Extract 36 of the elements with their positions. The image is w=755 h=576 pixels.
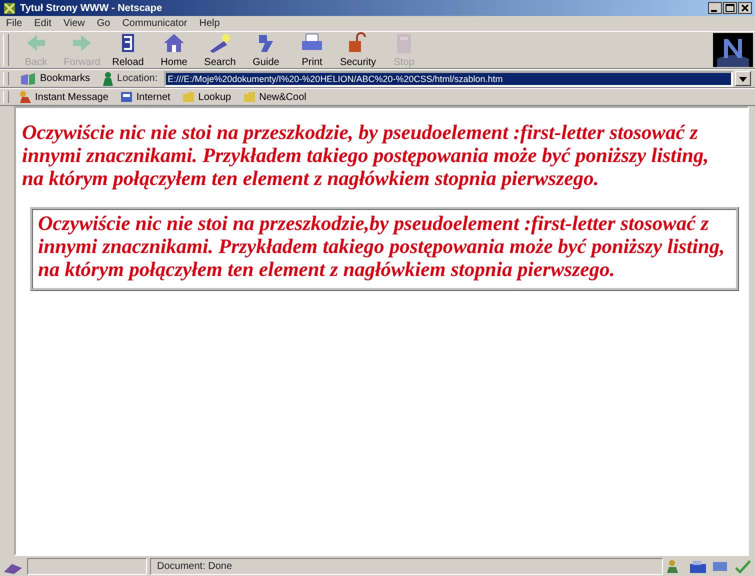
print-button[interactable]: Print xyxy=(289,30,335,70)
maximize-icon xyxy=(723,2,737,14)
bookmark-link[interactable]: Instant Message xyxy=(13,90,114,104)
minimize-icon xyxy=(708,2,722,14)
status-text: Document: Done xyxy=(150,558,663,574)
paragraph: Oczywiście nic nie stoi na przeszkodzie,by pseudoelement :first-letter stosować z innymi znacznikami. Przykładem takiego postępowania może być poniższy listing, na którym połączyłem ten element z nagłówkiem stopnia pierwszego. xyxy=(38,213,726,282)
security-button[interactable]: Security xyxy=(335,30,381,70)
close-icon xyxy=(738,2,752,14)
folder-icon xyxy=(182,90,196,104)
menu-item[interactable]: File xyxy=(6,16,22,31)
reload-button[interactable]: Reload xyxy=(105,30,151,70)
url-field[interactable]: E:///E:/Moje%20dokumenty/I%20-%20HELION/ABC%20-%20CSS/html/szablon.htm xyxy=(164,70,733,86)
window-title: Tytuł Strony WWW - Netscape xyxy=(20,2,162,16)
app-icon xyxy=(3,2,16,14)
caret-icon xyxy=(739,76,747,82)
page-icon xyxy=(120,90,134,104)
paragraph: Oczywiście nic nie stoi na przeszkodzie, by pseudoelement :first-letter stosować z innymi znacznikami. Przykładem takiego postępowania może być poniższy listing, na którym połączyłem ten element z nagłówkiem stopnia pierwszego. xyxy=(22,122,710,191)
bookmarks-icon xyxy=(19,72,37,86)
menu-item[interactable]: Help xyxy=(199,16,220,31)
people-icon xyxy=(19,90,32,104)
menu-item[interactable]: View xyxy=(63,16,85,31)
bookmarks-button[interactable]: Bookmarks xyxy=(13,71,96,86)
folder-icon xyxy=(243,90,256,104)
person-icon xyxy=(102,72,114,86)
home-button[interactable]: Home xyxy=(151,30,197,70)
bookmark-link[interactable]: Internet xyxy=(114,90,176,104)
menu-item[interactable]: Communicator xyxy=(122,16,188,31)
bookmark-link[interactable]: Lookup xyxy=(176,90,238,104)
search-button[interactable]: Search xyxy=(197,30,243,70)
dropdown-button[interactable] xyxy=(735,71,751,86)
location-label: Location: xyxy=(96,71,164,86)
guide-button[interactable]: Guide xyxy=(243,30,289,70)
mail-tray-icon xyxy=(689,558,707,574)
bookmark-link[interactable]: New&Cool xyxy=(237,90,312,104)
menu-item[interactable]: Go xyxy=(96,16,110,31)
menu-item[interactable]: Edit xyxy=(34,16,52,31)
